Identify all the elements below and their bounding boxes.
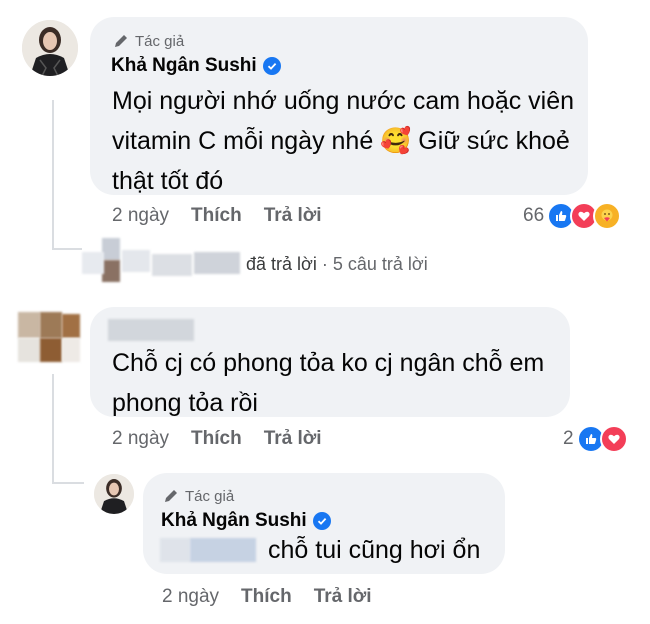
comment-actions: 2 ngày Thích Trả lời xyxy=(112,428,322,450)
author-badge-label: Tác giả xyxy=(185,487,235,505)
author-avatar[interactable] xyxy=(22,20,78,76)
reply-button[interactable]: Trả lời xyxy=(314,586,372,608)
author-badge: Tác giả xyxy=(112,32,184,50)
reaction-count: 66 xyxy=(523,205,545,226)
replies-separator: · xyxy=(321,254,328,274)
comment-actions: 2 ngày Thích Trả lời xyxy=(112,205,322,227)
author-avatar[interactable] xyxy=(94,474,134,514)
thread-line xyxy=(52,374,54,484)
timestamp[interactable]: 2 ngày xyxy=(112,428,169,450)
comment-text: Chỗ cj có phong tỏa ko cj ngân chỗ em ph… xyxy=(112,343,562,423)
like-button[interactable]: Thích xyxy=(241,586,292,608)
author-photo xyxy=(22,20,78,76)
like-button[interactable]: Thích xyxy=(191,428,242,450)
like-button[interactable]: Thích xyxy=(191,205,242,227)
thread-line xyxy=(52,100,54,250)
mention-tag-blurred[interactable] xyxy=(160,538,256,562)
comment-text: Mọi người nhớ uống nước cam hoặc viên vi… xyxy=(112,81,582,201)
commenter-name-blurred[interactable] xyxy=(108,319,194,341)
pen-icon xyxy=(115,35,127,47)
author-name[interactable]: Khả Ngân Sushi xyxy=(111,55,281,77)
timestamp[interactable]: 2 ngày xyxy=(112,205,169,227)
thread-line xyxy=(52,482,84,484)
comment-text: chỗ tui cũng hơi ổn xyxy=(268,536,481,564)
verified-badge-icon xyxy=(262,57,281,75)
comment-line: Mọi người nhớ uống nước cam hoặc viên xyxy=(112,87,575,115)
verified-badge-icon xyxy=(312,512,331,530)
replies-action: đã trả lời xyxy=(246,254,317,274)
reaction-count: 2 xyxy=(563,428,574,449)
replier-avatars-blurred[interactable] xyxy=(82,238,242,284)
thread-line xyxy=(52,248,82,250)
love-icon xyxy=(599,425,628,453)
comment-line: vitamin C mỗi ngày nhé 🥰 Giữ sức khoẻ xyxy=(112,127,570,155)
comment-line: Chỗ cj có phong tỏa ko cj ngân chỗ em xyxy=(112,349,545,377)
comment-line: phong tỏa rồi xyxy=(112,389,258,417)
author-name[interactable]: Khả Ngân Sushi xyxy=(161,510,331,532)
timestamp[interactable]: 2 ngày xyxy=(162,586,219,608)
commenter-avatar-blurred[interactable] xyxy=(14,304,84,374)
pen-icon xyxy=(165,490,177,502)
reaction-summary[interactable]: 2 xyxy=(563,425,628,453)
comment-actions: 2 ngày Thích Trả lời xyxy=(162,586,372,608)
reaction-summary[interactable]: 66 xyxy=(523,202,622,230)
author-name-text[interactable]: Khả Ngân Sushi xyxy=(161,510,307,532)
reply-button[interactable]: Trả lời xyxy=(264,428,322,450)
author-name-text[interactable]: Khả Ngân Sushi xyxy=(111,55,257,77)
replies-count: 5 câu trả lời xyxy=(332,254,428,274)
author-badge-label: Tác giả xyxy=(135,32,185,50)
replies-summary[interactable]: đã trả lời · 5 câu trả lời xyxy=(246,254,428,275)
comment-line: thật tốt đó xyxy=(112,167,224,195)
care-icon xyxy=(593,202,622,230)
author-photo xyxy=(94,474,134,514)
author-badge: Tác giả xyxy=(162,487,234,505)
reply-button[interactable]: Trả lời xyxy=(264,205,322,227)
